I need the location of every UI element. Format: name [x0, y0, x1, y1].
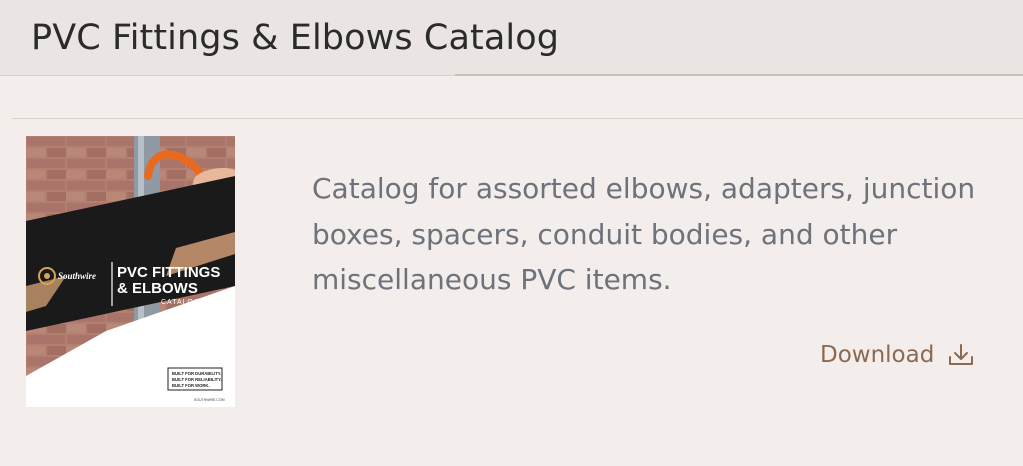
- cover-tagline-3: BUILT FOR WORK.: [172, 383, 210, 388]
- page-title: PVC Fittings & Elbows Catalog: [31, 18, 560, 58]
- cover-url: SOUTHWIRE.COM: [194, 398, 225, 402]
- catalog-cover-art: Southwire PVC FITTINGS & ELBOWS CATALOG …: [26, 136, 235, 407]
- cover-subtitle: CATALOG: [161, 299, 200, 306]
- cover-title-line2: & ELBOWS: [117, 280, 198, 297]
- cover-tagline-2: BUILT FOR RELIABILITY.: [172, 377, 222, 382]
- cover-brand: Southwire: [58, 271, 96, 281]
- download-icon: [948, 343, 974, 367]
- download-label: Download: [820, 342, 935, 368]
- download-link[interactable]: Download: [820, 337, 974, 373]
- card-divider: [12, 118, 1023, 119]
- cover-title-line1: PVC FITTINGS: [117, 264, 220, 281]
- cover-tagline-1: BUILT FOR DURABILITY.: [172, 371, 221, 376]
- header-divider-accent: [455, 74, 1023, 76]
- catalog-description: Catalog for assorted elbows, adapters, j…: [312, 172, 976, 296]
- catalog-cover-image[interactable]: Southwire PVC FITTINGS & ELBOWS CATALOG …: [26, 136, 235, 407]
- page-header: PVC Fittings & Elbows Catalog: [0, 0, 1023, 76]
